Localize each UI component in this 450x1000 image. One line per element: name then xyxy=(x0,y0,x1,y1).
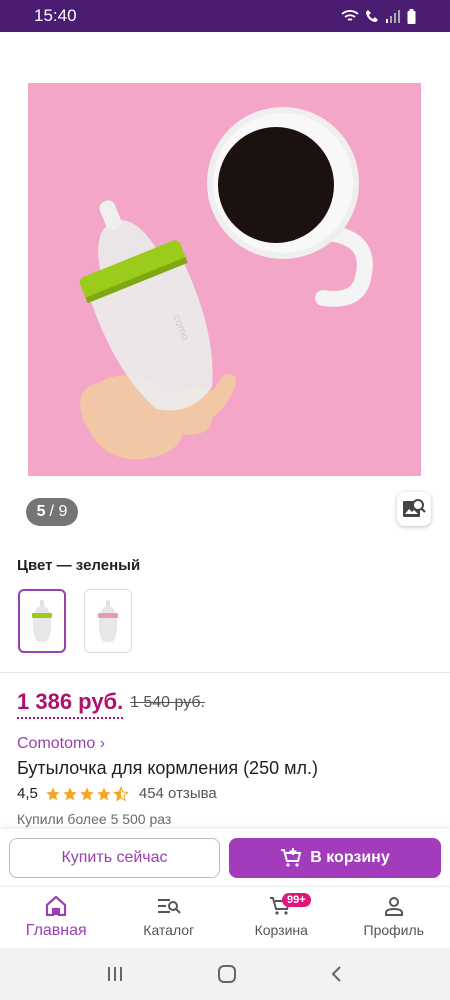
image-counter-total: / 9 xyxy=(49,503,68,520)
reviews-count[interactable]: 454 отзыва xyxy=(139,785,217,802)
image-search-button[interactable] xyxy=(397,492,431,526)
status-bar: 15:40 xyxy=(0,0,450,32)
old-price: 1 540 руб. xyxy=(130,694,205,711)
nav-item-cart[interactable]: 99+ Корзина xyxy=(225,887,338,948)
rating-stars xyxy=(45,785,129,802)
current-price[interactable]: 1 386 руб. xyxy=(17,689,124,719)
bottom-nav: Главная Каталог 99+ Корзина Профиль xyxy=(0,886,450,948)
nav-item-home[interactable]: Главная xyxy=(0,887,113,948)
bought-count: Купили более 5 500 раз xyxy=(17,811,172,827)
image-counter-current: 5 xyxy=(36,503,46,520)
pink-bottle-thumbnail xyxy=(98,600,118,643)
action-bar: Купить сейчас В корзину xyxy=(0,829,450,885)
green-bottle-thumbnail xyxy=(32,600,52,643)
nav-label-profile: Профиль xyxy=(363,922,424,938)
nav-label-cart: Корзина xyxy=(254,922,308,938)
system-nav-bar xyxy=(0,948,450,1000)
nav-item-catalog[interactable]: Каталог xyxy=(113,887,226,948)
nav-item-profile[interactable]: Профиль xyxy=(338,887,450,948)
add-to-cart-button[interactable]: В корзину xyxy=(229,838,441,878)
signal-icon xyxy=(386,10,400,23)
rating-row[interactable]: 4,5 454 отзыва xyxy=(17,785,217,802)
home-button-icon[interactable] xyxy=(217,964,237,984)
status-icons xyxy=(341,8,416,24)
call-icon xyxy=(366,10,378,22)
catalog-search-icon xyxy=(157,899,181,914)
back-icon[interactable] xyxy=(330,965,344,983)
recent-apps-icon[interactable] xyxy=(106,965,124,983)
color-label: Цвет — зеленый xyxy=(17,557,141,574)
half-star-icon xyxy=(112,785,129,801)
wifi-icon xyxy=(341,10,359,21)
brand-link[interactable]: Comotomo › xyxy=(17,735,105,753)
add-to-cart-label: В корзину xyxy=(310,849,390,866)
rating-value: 4,5 xyxy=(17,785,38,802)
image-counter: 5 / 9 xyxy=(26,498,78,526)
nav-label-catalog: Каталог xyxy=(143,922,195,938)
product-title: Бутылочка для кормления (250 мл.) xyxy=(17,758,318,778)
home-icon xyxy=(46,896,67,916)
star-icon xyxy=(97,786,111,800)
divider xyxy=(0,672,450,673)
product-photo[interactable]: como xyxy=(28,83,421,476)
image-search-icon xyxy=(403,499,426,517)
color-swatch-pink[interactable] xyxy=(84,589,132,653)
color-swatch-green[interactable] xyxy=(18,589,66,653)
star-icon xyxy=(80,786,94,800)
battery-icon xyxy=(407,8,416,24)
add-cart-icon xyxy=(281,848,302,867)
cart-badge: 99+ xyxy=(282,893,311,907)
buy-now-button[interactable]: Купить сейчас xyxy=(9,838,220,878)
star-icon xyxy=(63,786,77,800)
profile-icon xyxy=(384,897,403,916)
product-image: como xyxy=(28,83,421,476)
nav-label-home: Главная xyxy=(25,922,87,939)
star-icon xyxy=(46,786,60,800)
status-time: 15:40 xyxy=(34,6,77,25)
